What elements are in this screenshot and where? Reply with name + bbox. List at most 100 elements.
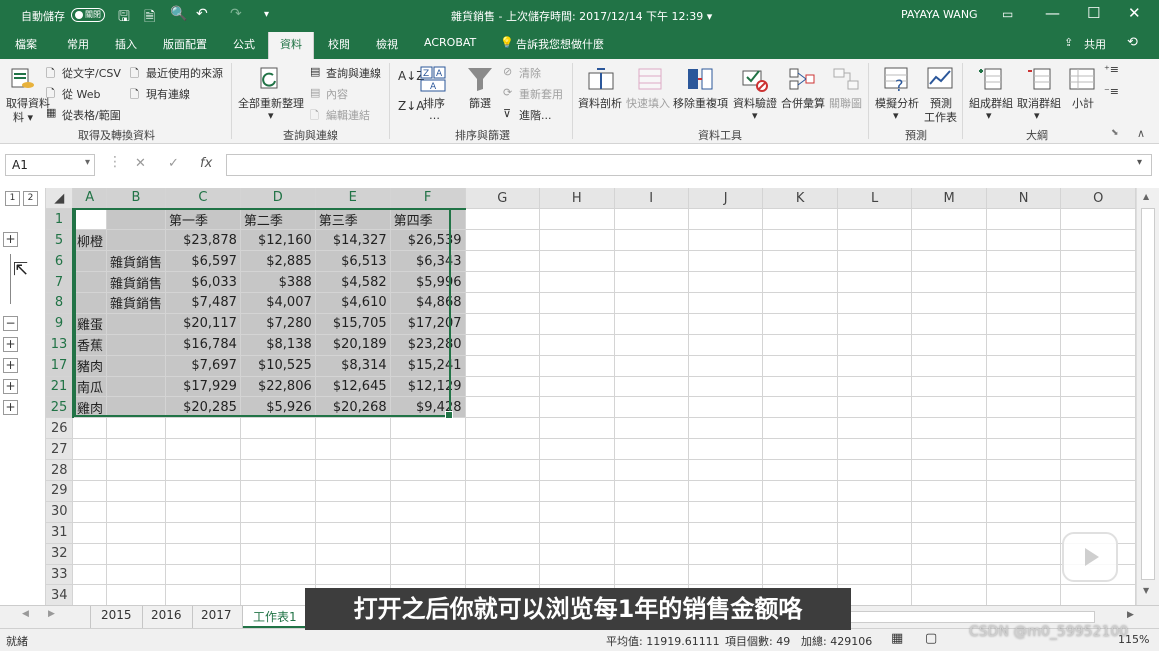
- row-header[interactable]: 28: [46, 459, 74, 481]
- close-icon[interactable]: ✕: [1128, 4, 1141, 22]
- cell[interactable]: [465, 292, 540, 314]
- enter-icon[interactable]: ✓: [168, 156, 179, 171]
- refresh-all-dropdown[interactable]: ▾: [268, 109, 274, 122]
- cell[interactable]: [762, 376, 838, 398]
- cell[interactable]: [465, 250, 540, 273]
- cell[interactable]: $20,189: [315, 334, 391, 356]
- cell[interactable]: [614, 396, 689, 419]
- cell[interactable]: [837, 229, 913, 252]
- from-table-button[interactable]: 從表格/範圍: [62, 107, 121, 123]
- cell[interactable]: [614, 480, 689, 502]
- cell[interactable]: [762, 564, 838, 586]
- cell[interactable]: $15,241: [390, 355, 466, 377]
- flash-fill-button[interactable]: 快速填入: [626, 95, 670, 111]
- cell[interactable]: [465, 522, 540, 544]
- cell[interactable]: [106, 313, 167, 335]
- cell[interactable]: [240, 438, 316, 461]
- insert-function-icon[interactable]: fx: [200, 156, 212, 171]
- cell[interactable]: [837, 313, 913, 335]
- cell[interactable]: $26,539: [390, 229, 466, 252]
- advanced-filter-button[interactable]: 進階...: [519, 107, 552, 123]
- cell[interactable]: [911, 313, 987, 335]
- cell[interactable]: [106, 480, 167, 502]
- cell[interactable]: [614, 229, 689, 252]
- share-icon[interactable]: ⇪: [1064, 36, 1073, 49]
- cell[interactable]: [1060, 229, 1136, 252]
- sheet-prev-icon[interactable]: ◀: [22, 609, 29, 619]
- tab-file[interactable]: 檔案: [15, 36, 37, 52]
- cell[interactable]: [72, 543, 107, 565]
- cell[interactable]: [762, 438, 838, 461]
- cell[interactable]: [240, 459, 316, 481]
- cell[interactable]: [165, 459, 241, 481]
- cell[interactable]: [106, 564, 167, 586]
- collapse-ribbon-icon[interactable]: ∧: [1137, 127, 1145, 140]
- column-header-B[interactable]: B: [106, 188, 167, 210]
- cell[interactable]: [986, 459, 1062, 481]
- cell[interactable]: 第四季: [390, 208, 466, 231]
- cell[interactable]: 南瓜: [72, 376, 107, 398]
- cell[interactable]: $12,645: [315, 376, 391, 398]
- worksheet-grid[interactable]: ◢ A B C D E F G H I J K L M N O 1 第一季 第二季第…: [45, 188, 1136, 605]
- cell[interactable]: [986, 250, 1062, 273]
- row-header[interactable]: 33: [46, 564, 74, 586]
- cell[interactable]: $10,525: [240, 355, 316, 377]
- show-detail-icon[interactable]: ⁺≡: [1104, 63, 1119, 76]
- cell[interactable]: [762, 459, 838, 481]
- cell[interactable]: [539, 271, 615, 293]
- cell[interactable]: [986, 522, 1062, 544]
- reapply-button[interactable]: 重新套用: [519, 86, 563, 102]
- cell[interactable]: [911, 501, 987, 523]
- horizontal-scrollbar[interactable]: [850, 611, 1095, 623]
- cell[interactable]: [539, 480, 615, 502]
- cell[interactable]: [762, 208, 838, 231]
- filter-button[interactable]: 篩選: [469, 95, 491, 111]
- column-header-M[interactable]: M: [911, 188, 987, 210]
- cell[interactable]: [539, 355, 615, 377]
- remove-duplicates-button[interactable]: 移除重複項: [673, 95, 728, 111]
- cell[interactable]: $4,610: [315, 292, 391, 314]
- cell[interactable]: [762, 313, 838, 335]
- cell[interactable]: [614, 417, 689, 440]
- row-header[interactable]: 25: [46, 396, 74, 419]
- sheet-next-icon[interactable]: ▶: [48, 609, 55, 619]
- outline-expand-button[interactable]: +: [3, 337, 18, 352]
- cell[interactable]: [1060, 584, 1136, 605]
- scroll-down-icon[interactable]: ▼: [1143, 586, 1149, 595]
- cell[interactable]: [315, 438, 391, 461]
- cell[interactable]: [315, 522, 391, 544]
- cell[interactable]: $14,327: [315, 229, 391, 252]
- cell[interactable]: [539, 250, 615, 273]
- properties-button[interactable]: 內容: [326, 86, 348, 102]
- group-dropdown[interactable]: ▾: [986, 109, 992, 122]
- cell[interactable]: [465, 355, 540, 377]
- cell[interactable]: [986, 396, 1062, 419]
- edit-links-button[interactable]: 編輯連結: [326, 107, 370, 123]
- cell[interactable]: [688, 313, 764, 335]
- tab-data[interactable]: 資料: [268, 32, 314, 61]
- column-header-L[interactable]: L: [837, 188, 913, 210]
- cell[interactable]: [72, 501, 107, 523]
- cell[interactable]: $23,878: [165, 229, 241, 252]
- cell[interactable]: [539, 522, 615, 544]
- cell[interactable]: [72, 459, 107, 481]
- scroll-up-icon[interactable]: ▲: [1143, 192, 1149, 201]
- cell[interactable]: [465, 459, 540, 481]
- cell[interactable]: $7,280: [240, 313, 316, 335]
- cell[interactable]: [688, 229, 764, 252]
- cell[interactable]: [762, 396, 838, 419]
- cell[interactable]: [911, 271, 987, 293]
- cancel-icon[interactable]: ✕: [135, 156, 146, 171]
- cell[interactable]: [106, 584, 167, 605]
- scroll-thumb[interactable]: [1141, 208, 1155, 580]
- cell[interactable]: [539, 313, 615, 335]
- get-data-dropdown[interactable]: 料 ▾: [13, 109, 33, 125]
- cell[interactable]: [837, 480, 913, 502]
- cell[interactable]: [539, 292, 615, 314]
- cell[interactable]: $8,314: [315, 355, 391, 377]
- row-header[interactable]: 34: [46, 584, 74, 605]
- cell[interactable]: [240, 564, 316, 586]
- cell[interactable]: [762, 292, 838, 314]
- cell[interactable]: [106, 396, 167, 419]
- cell[interactable]: [688, 334, 764, 356]
